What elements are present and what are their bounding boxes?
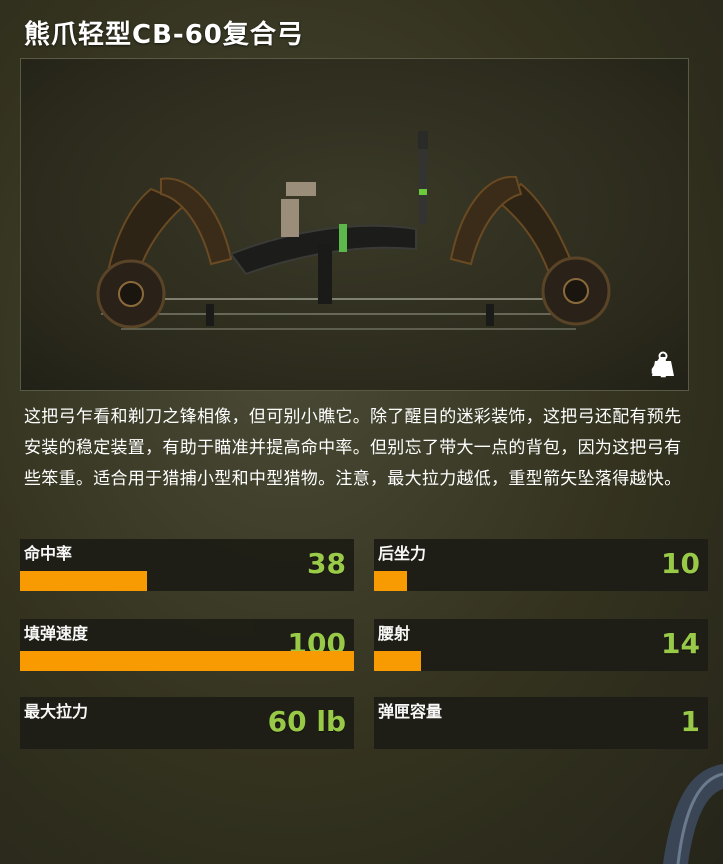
stat-label: 命中率 [24, 544, 73, 563]
stat-label: 最大拉力 [24, 702, 89, 721]
stat-bar [374, 651, 421, 671]
item-preview: 4 [20, 58, 689, 391]
stat-recoil: 后坐力 10 [374, 539, 708, 591]
stat-value: 10 [661, 547, 700, 580]
stat-value: 1 [680, 705, 700, 738]
stat-value: 38 [307, 547, 346, 580]
stat-bar [20, 571, 147, 591]
stat-value: 14 [661, 627, 700, 660]
stat-label: 腰射 [378, 624, 411, 643]
stat-bar [374, 571, 408, 591]
stat-label: 后坐力 [378, 544, 427, 563]
stat-label: 弹匣容量 [378, 702, 443, 721]
stat-value: 60 lb [267, 705, 346, 738]
stat-draw-weight: 最大拉力 60 lb [20, 697, 354, 749]
stat-bar [20, 651, 354, 671]
compound-bow-image [96, 131, 611, 330]
stat-label: 填弹速度 [24, 624, 89, 643]
stat-reload-speed: 填弹速度 100 [20, 619, 354, 671]
stat-accuracy: 命中率 38 [20, 539, 354, 591]
background-object-decoration [663, 764, 723, 864]
stat-capacity: 弹匣容量 1 [374, 697, 708, 749]
stat-hipfire: 腰射 14 [374, 619, 708, 671]
weight-indicator: 4 [651, 351, 676, 384]
item-description: 这把弓乍看和剃刀之锋相像，但可别小瞧它。除了醒目的迷彩装饰，这把弓还配有预先安装… [24, 407, 682, 489]
item-title: 熊爪轻型CB-60复合弓 [24, 20, 304, 50]
